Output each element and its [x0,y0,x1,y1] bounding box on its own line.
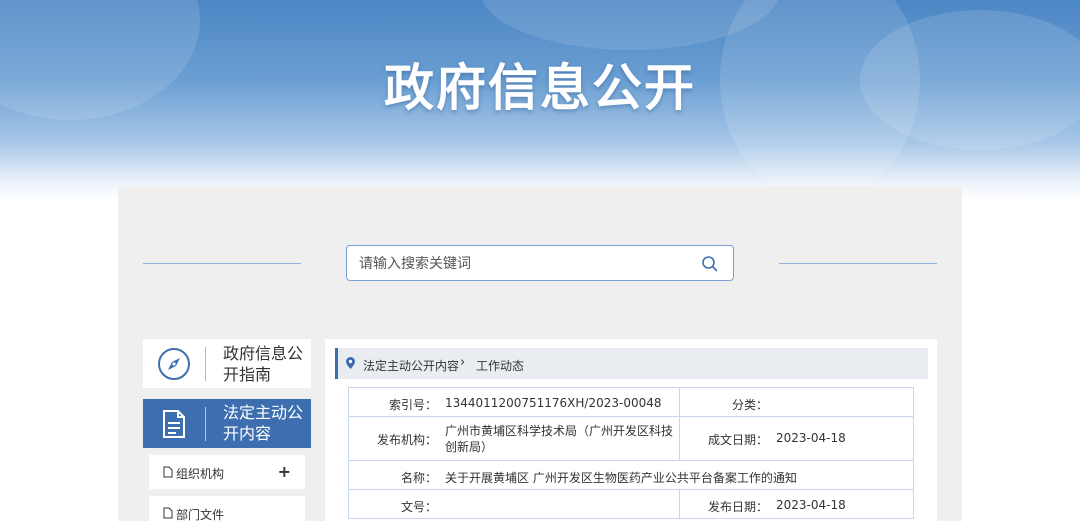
sidebar-item-guide[interactable]: 政府信息公开指南 [143,339,311,388]
sidebar-item-label: 政府信息公开指南 [223,344,304,384]
compass-icon [158,348,190,380]
separator [205,347,206,381]
table-cell: 成文日期： 2023-04-18 [679,416,914,461]
chevron-right-icon: › [460,355,466,370]
table-cell: 索引号： 1344011200751176XH/2023-00048 [348,387,680,417]
divider-left [143,263,301,264]
search-icon[interactable] [701,255,719,273]
page-title: 政府信息公开 [384,59,696,117]
table-cell: 文号： [348,489,680,519]
header-banner: 政府信息公开 [0,0,1080,200]
separator [205,407,206,441]
org-label: 发布机构： [376,433,437,447]
document-icon [163,410,185,438]
sidebar-item-statutory-content[interactable]: 法定主动公开内容 [143,399,311,448]
metadata-table: 索引号： 1344011200751176XH/2023-00048 分类： 发… [348,387,914,521]
published-date-value: 2023-04-18 [776,498,846,512]
divider-right [779,263,937,264]
file-icon [163,466,173,478]
expand-icon[interactable]: + [278,462,291,481]
search-input[interactable] [359,254,689,274]
table-cell: 名称： 关于开展黄埔区 广州开发区生物医药产业公共平台备案工作的通知 [348,460,914,490]
table-cell: 发布机构： 广州市黄埔区科学技术局（广州开发区科技创新局） [348,416,680,461]
sidebar-item-label: 法定主动公开内容 [223,403,304,443]
sidebar-subitem-department-files[interactable]: 部门文件 [149,496,305,521]
name-value: 关于开展黄埔区 广州开发区生物医药产业公共平台备案工作的通知 [445,471,797,485]
location-pin-icon [346,357,355,369]
org-value: 广州市黄埔区科学技术局（广州开发区科技创新局） [445,424,674,454]
sidebar-subitem-label: 部门文件 [176,508,225,521]
table-cell: 发布日期： 2023-04-18 [679,489,914,519]
table-cell: 分类： [679,387,914,417]
created-date-label: 成文日期： [707,433,768,447]
breadcrumb: 法定主动公开内容 › 工作动态 [335,348,928,379]
sidebar-subitem-label: 组织机构 [176,467,225,481]
sidebar-subitem-organization[interactable]: 组织机构 + [149,455,305,489]
created-date-value: 2023-04-18 [776,431,846,445]
file-icon [163,507,173,519]
doc-number-label: 文号： [400,500,437,514]
index-label: 索引号： [388,398,437,412]
category-label: 分类： [731,398,768,412]
breadcrumb-link-statutory[interactable]: 法定主动公开内容 [363,357,459,374]
search-box [346,245,734,281]
index-value: 1344011200751176XH/2023-00048 [445,396,662,410]
breadcrumb-current[interactable]: 工作动态 [476,357,524,374]
published-date-label: 发布日期： [707,500,768,514]
name-label: 名称： [400,471,437,485]
